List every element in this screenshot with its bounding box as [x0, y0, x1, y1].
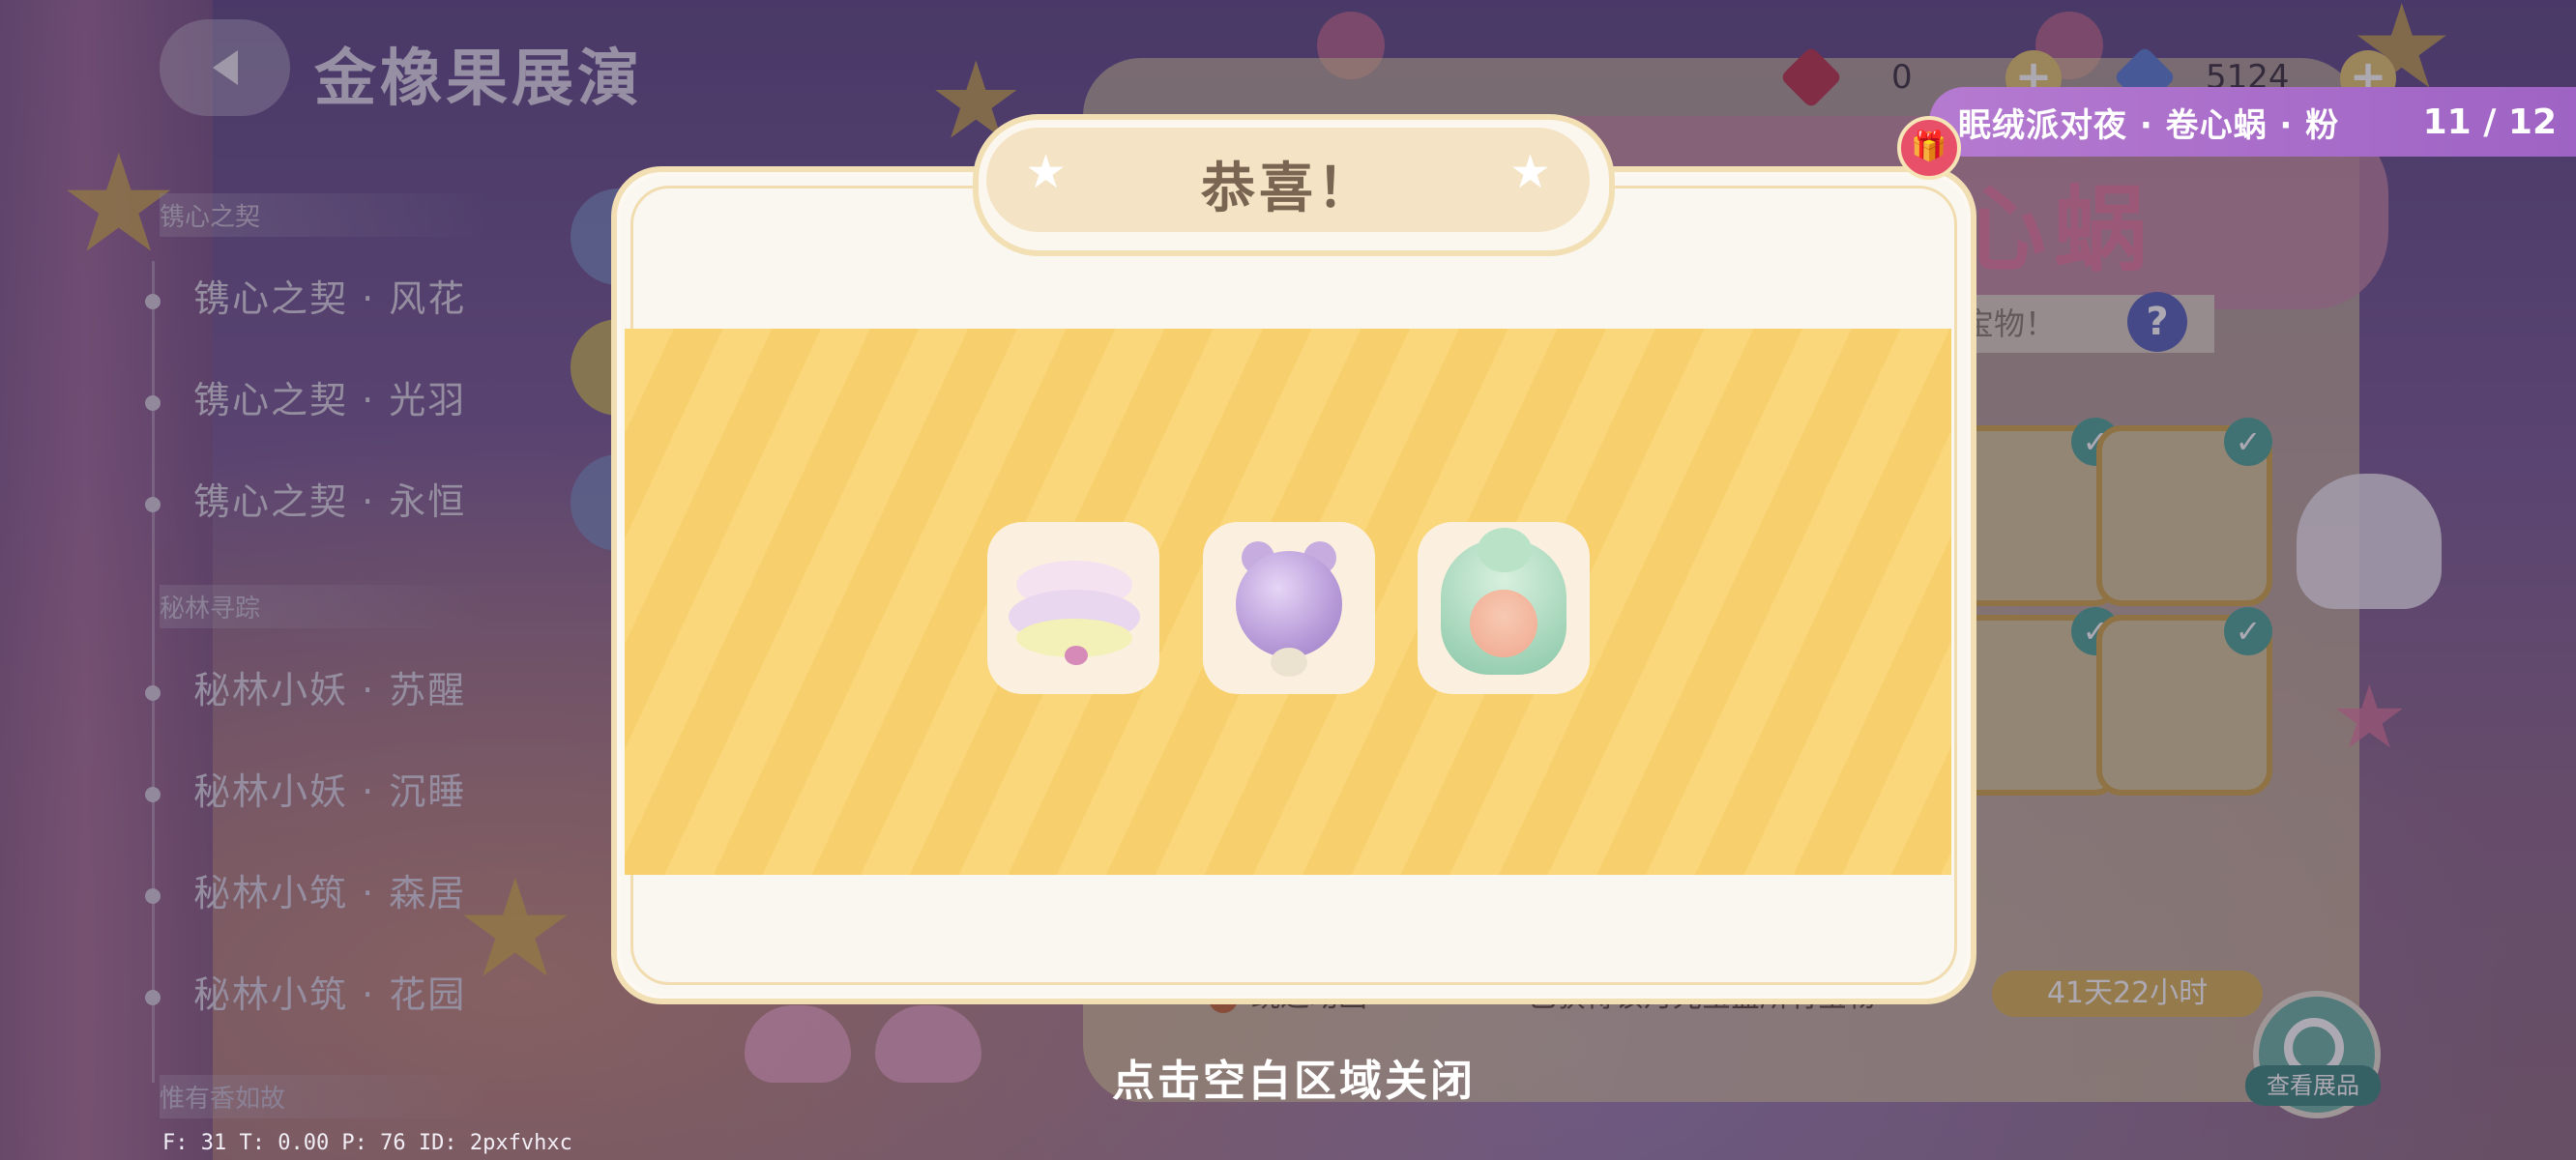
event-progress: 11 / 12	[2422, 102, 2557, 142]
event-banner[interactable]: 眠绒派对夜 · 卷心蜗 · 粉 11 / 12	[1929, 87, 2576, 157]
gift-icon[interactable]: 🎁	[1897, 116, 1961, 180]
event-name: 眠绒派对夜 · 卷心蜗 · 粉	[1958, 105, 2340, 145]
dialog-title: 恭喜！	[1201, 158, 1375, 220]
star-icon: ★	[1508, 145, 1551, 199]
lavender-orb-icon[interactable]	[1203, 522, 1375, 694]
debug-info: F: 31 T: 0.00 P: 76 ID: 2pxfvhxc	[162, 1131, 572, 1155]
lace-skirt-icon[interactable]	[987, 522, 1159, 694]
mint-hair-icon[interactable]	[1418, 522, 1590, 694]
dialog-header: ★ 恭喜！ ★	[986, 128, 1590, 232]
close-hint: 点击空白区域关闭	[1112, 1057, 1476, 1106]
